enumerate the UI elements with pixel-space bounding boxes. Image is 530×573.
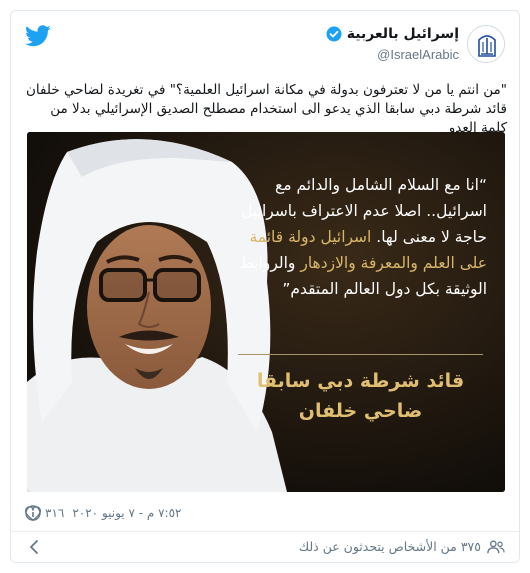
people-icon bbox=[487, 540, 505, 554]
people-talking-text[interactable]: ٣٧٥ من الأشخاص يتحدثون عن ذلك bbox=[299, 539, 481, 554]
quote-divider bbox=[238, 354, 483, 355]
info-icon[interactable] bbox=[25, 505, 41, 521]
tweet-timestamp[interactable]: ٧:٥٢ م - ٧ يونيو ٢٠٢٠ bbox=[72, 506, 181, 520]
twitter-bird-icon[interactable] bbox=[25, 25, 51, 47]
chevron-left-icon[interactable] bbox=[29, 539, 39, 555]
tweet-card: إسرائيل بالعربية @IsraelArabic "من انتم … bbox=[10, 10, 520, 563]
display-name-row[interactable]: إسرائيل بالعربية bbox=[326, 26, 459, 42]
emblem-icon bbox=[468, 26, 504, 62]
quote-text: “انا مع السلام الشامل والدائم مع اسرائيل… bbox=[232, 172, 487, 302]
verified-badge-icon bbox=[326, 26, 342, 42]
account-handle[interactable]: @IsraelArabic bbox=[377, 47, 459, 62]
tweet-text: "من انتم يا من لا تعترفون بدولة في مكانة… bbox=[26, 82, 507, 136]
attribution-title: قائد شرطة دبي سابقا bbox=[256, 370, 465, 392]
quote-attribution: قائد شرطة دبي سابقا ضاحي خلفان bbox=[238, 366, 483, 426]
tweet-meta: ٣١٦ ٧:٥٢ م - ٧ يونيو ٢٠٢٠ bbox=[25, 503, 505, 523]
like-count: ٣١٦ bbox=[45, 506, 65, 520]
tweet-header: إسرائيل بالعربية @IsraelArabic bbox=[11, 11, 519, 75]
attribution-name: ضاحي خلفان bbox=[298, 400, 423, 422]
avatar[interactable] bbox=[467, 25, 505, 63]
display-name[interactable]: إسرائيل بالعربية bbox=[347, 26, 459, 42]
tweet-media-image[interactable]: “انا مع السلام الشامل والدائم مع اسرائيل… bbox=[27, 132, 505, 492]
conversation-link[interactable]: ٣٧٥ من الأشخاص يتحدثون عن ذلك bbox=[11, 532, 519, 563]
